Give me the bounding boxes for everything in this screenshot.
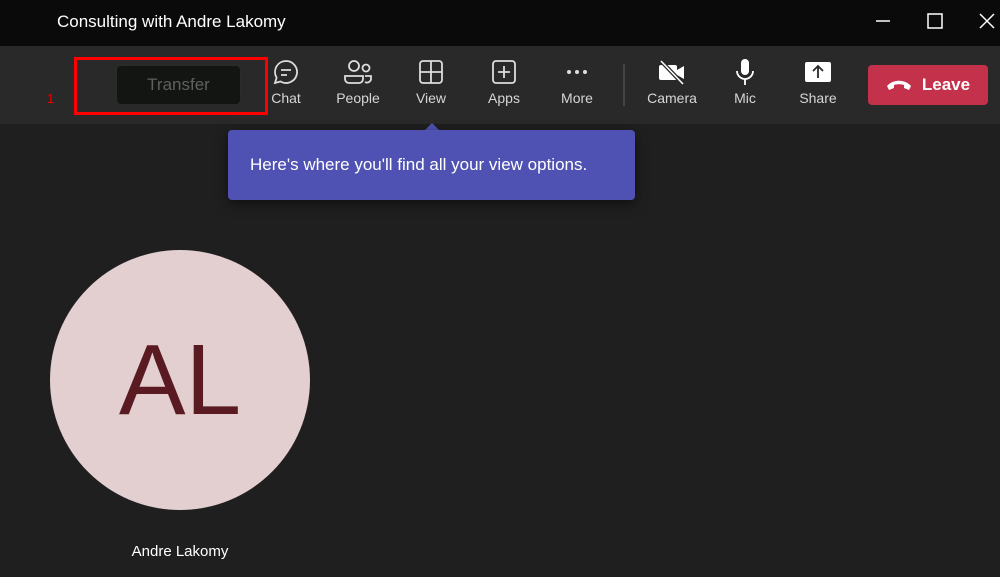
share-label: Share xyxy=(799,90,837,106)
chat-label: Chat xyxy=(271,90,301,106)
transfer-button[interactable]: Transfer xyxy=(116,65,241,105)
mic-icon xyxy=(736,59,754,85)
window-title: Consulting with Andre Lakomy xyxy=(57,12,286,31)
participant-avatar: AL xyxy=(50,250,310,510)
leave-button[interactable]: Leave xyxy=(868,65,988,105)
view-label: View xyxy=(415,90,447,106)
view-button[interactable]: View xyxy=(399,58,463,118)
tooltip-text: Here's where you'll find all your view o… xyxy=(250,155,588,174)
camera-label: Camera xyxy=(647,90,697,106)
people-button[interactable]: People xyxy=(326,58,390,118)
leave-label: Leave xyxy=(921,75,971,94)
participant-name: Andre Lakomy xyxy=(131,543,229,560)
chat-button[interactable]: Chat xyxy=(254,58,318,118)
maximize-button[interactable] xyxy=(920,8,950,34)
toolbar-divider xyxy=(623,64,625,106)
minimize-icon xyxy=(876,20,890,22)
mic-button[interactable]: Mic xyxy=(713,58,777,118)
annotation-marker: 1 xyxy=(47,91,55,106)
people-label: People xyxy=(336,90,380,106)
share-button[interactable]: Share xyxy=(786,58,850,118)
apps-label: Apps xyxy=(488,90,520,106)
more-icon xyxy=(567,70,587,74)
hang-up-icon xyxy=(886,80,911,90)
more-button[interactable]: More xyxy=(545,58,609,118)
share-icon xyxy=(805,62,831,82)
view-grid-icon xyxy=(419,60,443,84)
chat-icon xyxy=(273,60,298,85)
more-label: More xyxy=(561,90,593,106)
camera-button[interactable]: Camera xyxy=(640,58,704,118)
maximize-icon xyxy=(927,13,943,29)
minimize-button[interactable] xyxy=(868,8,898,34)
apps-button[interactable]: Apps xyxy=(472,58,536,118)
avatar-initials: AL xyxy=(118,323,242,436)
apps-icon xyxy=(492,60,516,84)
camera-off-icon xyxy=(659,59,685,86)
mic-label: Mic xyxy=(734,90,756,106)
close-button[interactable] xyxy=(972,8,1000,34)
view-options-tooltip: Here's where you'll find all your view o… xyxy=(228,130,635,200)
title-bar: Consulting with Andre Lakomy xyxy=(0,0,1000,46)
people-icon xyxy=(344,60,372,84)
close-icon xyxy=(979,13,995,29)
